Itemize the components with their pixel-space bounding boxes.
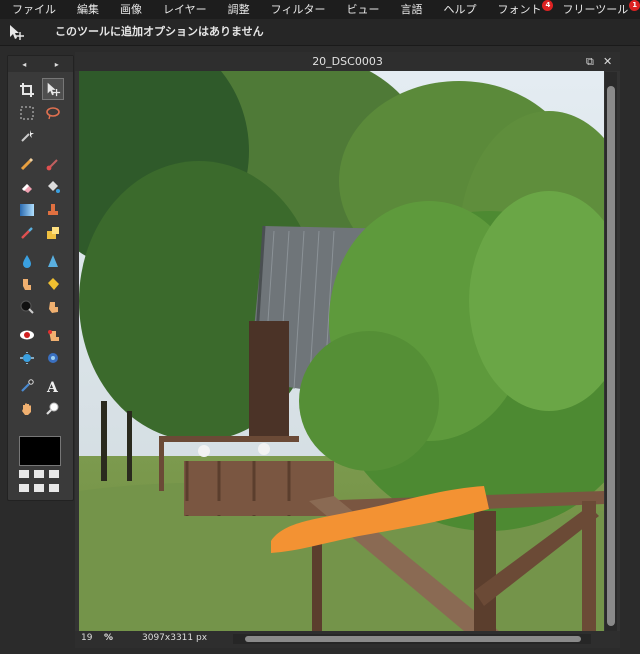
vertical-scroll-thumb[interactable] (607, 86, 615, 626)
menu-filter[interactable]: フィルター (259, 0, 335, 19)
horizontal-scroll-thumb[interactable] (245, 636, 581, 642)
document-titlebar: 20_DSC0003 ⧉ ✕ (75, 52, 620, 71)
red-eye-tool-icon[interactable] (17, 325, 37, 345)
tools-panel-header: ◂ ▸ (8, 56, 73, 72)
sponge-tool-icon[interactable] (43, 274, 63, 294)
menu-edit[interactable]: 編集 (65, 0, 108, 19)
draw-shape-icon[interactable] (43, 223, 63, 243)
panel-collapse-right-icon[interactable]: ▸ (55, 60, 59, 69)
menu-free-tools[interactable]: フリーツール 1 (550, 0, 640, 19)
fill-bucket-icon[interactable] (43, 177, 63, 197)
marquee-tool-icon[interactable] (17, 103, 37, 123)
pencil-tool-icon[interactable] (17, 154, 37, 174)
menu-bar: ファイル 編集 画像 レイヤー 調整 フィルター ビュー 言語 ヘルプ フォント… (0, 0, 640, 19)
brush-tool-icon[interactable] (43, 154, 63, 174)
clone-stamp-icon[interactable] (43, 200, 63, 220)
color-replace-icon[interactable] (17, 223, 37, 243)
grid-button-1[interactable] (19, 470, 29, 478)
options-bar: このツールに追加オプションはありません (0, 19, 640, 46)
pinch-tool-icon[interactable] (43, 348, 63, 368)
menu-language[interactable]: 言語 (388, 0, 431, 19)
horizontal-scrollbar[interactable] (233, 634, 591, 644)
grid-button-5[interactable] (34, 484, 44, 492)
foreground-color-swatch[interactable] (19, 436, 61, 466)
status-bar: 19 % 3097x3311 px (75, 631, 620, 648)
menu-image[interactable]: 画像 (108, 0, 151, 19)
zoom-tool-icon[interactable] (43, 399, 63, 419)
crop-tool-icon[interactable] (17, 80, 37, 100)
blur-tool-icon[interactable] (17, 251, 37, 271)
move-tool-button[interactable] (42, 78, 64, 100)
smudge-tool-icon[interactable] (17, 274, 37, 294)
gradient-tool-icon[interactable] (17, 200, 37, 220)
free-tools-badge: 1 (629, 0, 640, 11)
restore-icon[interactable]: ⧉ (586, 52, 594, 71)
close-icon[interactable]: ✕ (603, 52, 612, 71)
menu-file[interactable]: ファイル (0, 0, 65, 19)
move-tool-icon (10, 25, 24, 40)
eraser-tool-icon[interactable] (17, 177, 37, 197)
grid-button-3[interactable] (49, 470, 59, 478)
grid-button-2[interactable] (34, 470, 44, 478)
text-tool-icon[interactable]: A (43, 376, 63, 396)
image-canvas[interactable] (79, 71, 604, 631)
menu-view[interactable]: ビュー (334, 0, 388, 19)
bloat-tool-icon[interactable] (17, 348, 37, 368)
grid-button-6[interactable] (49, 484, 59, 492)
tools-panel: ◂ ▸ A (7, 55, 74, 501)
menu-adjust[interactable]: 調整 (216, 0, 259, 19)
spot-heal-icon[interactable] (43, 325, 63, 345)
zoom-value[interactable]: 19 (81, 633, 92, 643)
document-title: 20_DSC0003 (312, 55, 383, 68)
menu-free-tools-label: フリーツール (562, 3, 629, 16)
dodge-tool-icon[interactable] (43, 297, 63, 317)
svg-text:A: A (46, 380, 59, 393)
color-picker-icon[interactable] (17, 376, 37, 396)
menu-help[interactable]: ヘルプ (431, 0, 485, 19)
hand-tool-icon[interactable] (17, 399, 37, 419)
menu-font[interactable]: フォント 4 (485, 0, 554, 19)
magic-wand-icon[interactable] (17, 126, 37, 146)
grid-button-4[interactable] (19, 484, 29, 492)
image-dimensions: 3097x3311 px (142, 633, 208, 643)
document-window: 20_DSC0003 ⧉ ✕ 19 % 3097x3311 px (75, 52, 620, 648)
options-message: このツールに追加オプションはありません (55, 25, 264, 38)
lasso-tool-icon[interactable] (43, 103, 63, 123)
burn-tool-icon[interactable] (17, 297, 37, 317)
menu-layer[interactable]: レイヤー (151, 0, 216, 19)
panel-collapse-left-icon[interactable]: ◂ (22, 60, 26, 69)
zoom-unit: % (104, 633, 114, 643)
photo-image (79, 71, 604, 631)
menu-font-label: フォント (497, 3, 542, 16)
sharpen-tool-icon[interactable] (43, 251, 63, 271)
vertical-scrollbar[interactable] (605, 72, 617, 632)
